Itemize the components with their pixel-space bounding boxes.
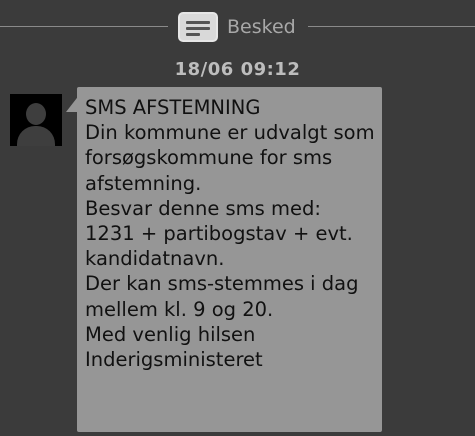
message-screen: Besked 18/06 09:12 SMS AFSTEMNING Din ko… (0, 0, 475, 436)
message-line: mellem kl. 9 og 20. (85, 297, 274, 321)
message-line: kandidatnavn. (85, 247, 225, 271)
message-bubble[interactable]: SMS AFSTEMNING Din kommune er udvalgt so… (77, 87, 382, 432)
message-line: Din kommune er udvalgt som (85, 121, 375, 145)
header-divider-right (308, 26, 475, 27)
contact-avatar-icon[interactable] (10, 94, 62, 146)
message-line: Besvar denne sms med: (85, 196, 321, 220)
header-divider-left (0, 26, 168, 27)
message-line: 1231 + partibogstav + evt. (85, 222, 353, 246)
message-timestamp: 18/06 09:12 (174, 59, 301, 80)
message-line: Med venlig hilsen (85, 322, 256, 346)
message-line: Inderigsministeret (85, 348, 263, 372)
message-line: forsøgskommune for sms (85, 146, 333, 170)
message-line: afstemning. (85, 171, 202, 195)
message-line: SMS AFSTEMNING (85, 96, 261, 119)
header: Besked (178, 11, 296, 43)
message-icon (178, 12, 218, 42)
message-line: Der kan sms-stemmes i dag (85, 272, 359, 296)
header-title: Besked (227, 16, 296, 38)
